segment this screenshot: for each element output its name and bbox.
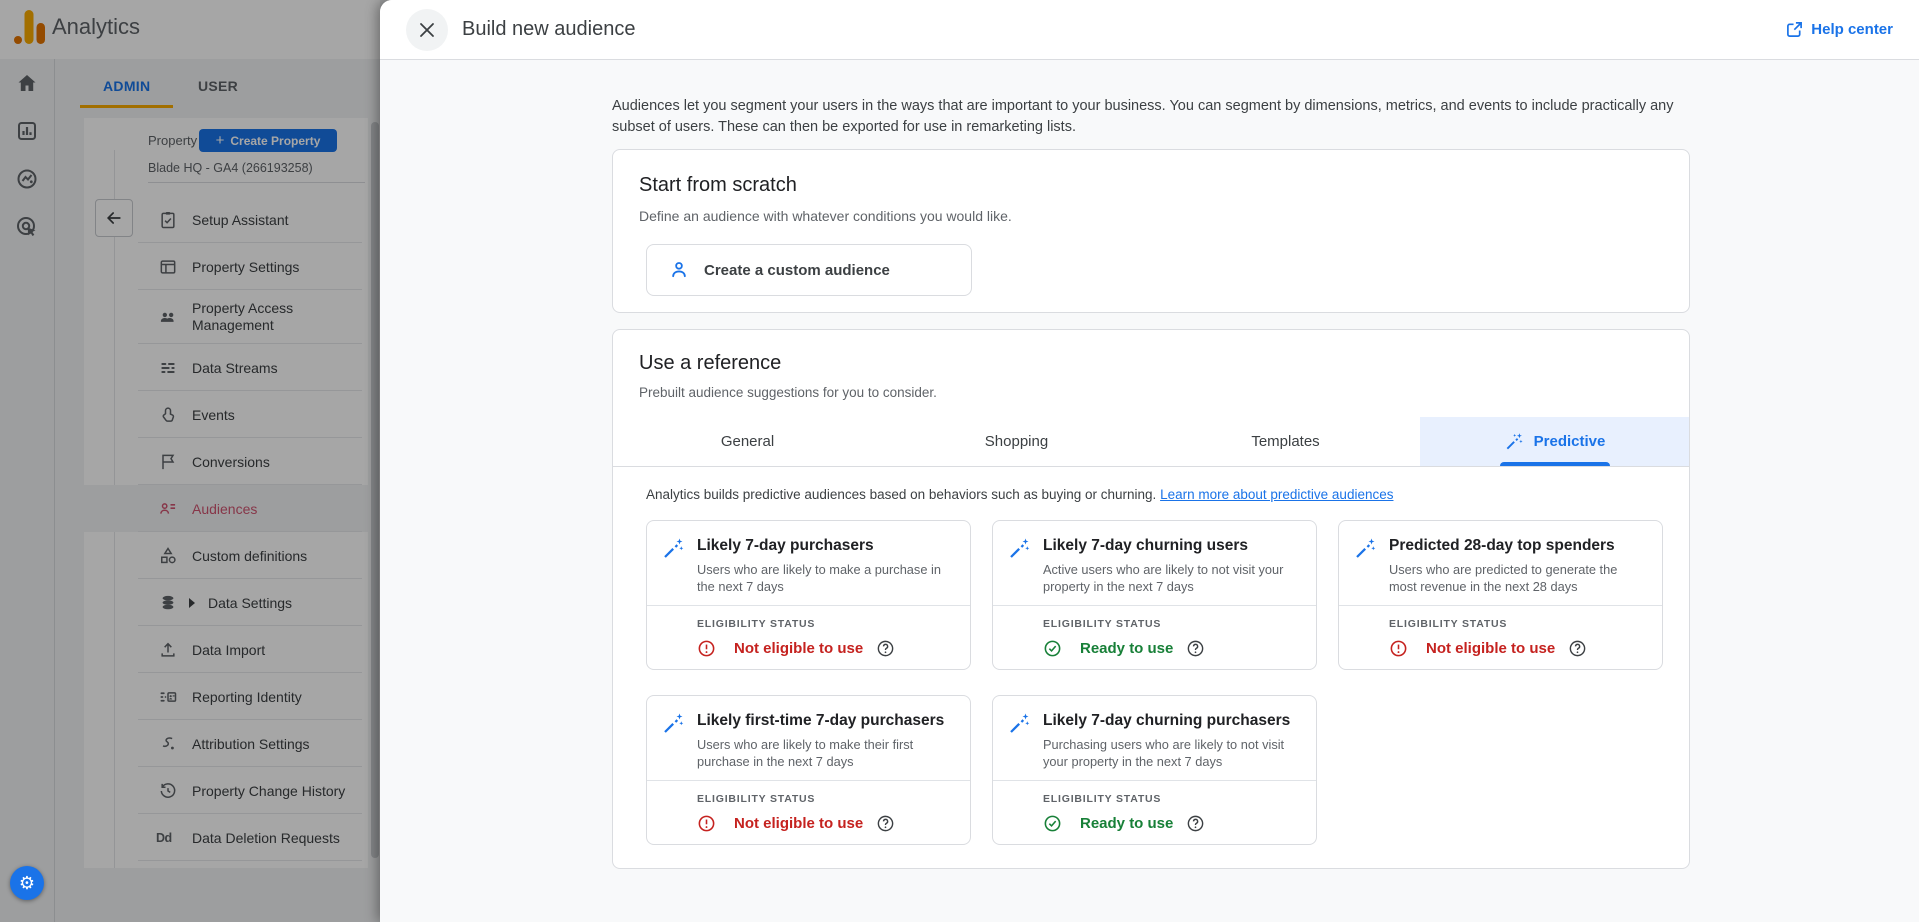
audience-card-likely-first-time-7-day-purchasers[interactable]: Likely first-time 7-day purchasers Users… [646,695,971,845]
learn-more-link[interactable]: Learn more about predictive audiences [1160,487,1393,502]
audience-card-likely-7-day-churning-purchasers[interactable]: Likely 7-day churning purchasers Purchas… [992,695,1317,845]
check-icon [1043,814,1062,833]
audience-title: Predicted 28-day top spenders [1389,537,1648,555]
reference-tabs: General Shopping Templates Predictive [613,417,1689,467]
magic-wand-icon [1007,712,1031,736]
start-from-scratch-card: Start from scratch Define an audience wi… [612,149,1690,313]
help-icon[interactable] [876,814,895,833]
eligibility-status: Not eligible to use [697,814,956,833]
predictive-info: Analytics builds predictive audiences ba… [646,487,1656,502]
help-icon[interactable] [876,639,895,658]
card-title: Use a reference [639,352,1663,375]
error-icon [1389,639,1408,658]
help-icon[interactable] [1186,639,1205,658]
close-icon [418,21,436,39]
error-icon [697,814,716,833]
check-icon [1043,639,1062,658]
eligibility-label: ELIGIBILITY STATUS [1043,793,1302,805]
predictive-panel: Analytics builds predictive audiences ba… [613,467,1689,845]
help-icon[interactable] [1568,639,1587,658]
eligibility-label: ELIGIBILITY STATUS [697,793,956,805]
eligibility-status: Not eligible to use [1389,639,1648,658]
audience-title: Likely 7-day purchasers [697,537,956,555]
eligibility-status: Ready to use [1043,814,1302,833]
magic-wand-icon [661,537,685,561]
error-icon [697,639,716,658]
dialog-header: Build new audience Help center [380,0,1919,60]
tab-shopping[interactable]: Shopping [882,417,1151,466]
dialog-body: Audiences let you segment your users in … [380,60,1919,922]
card-title: Start from scratch [639,174,1663,197]
gear-icon[interactable]: ⚙ [10,866,44,900]
help-center-link[interactable]: Help center [1786,21,1893,38]
eligibility-label: ELIGIBILITY STATUS [1043,618,1302,630]
magic-wand-icon [1353,537,1377,561]
audience-title: Likely 7-day churning purchasers [1043,712,1302,730]
build-audience-dialog: Build new audience Help center Audiences… [380,0,1919,922]
tab-predictive[interactable]: Predictive [1420,417,1689,466]
audience-grid: Likely 7-day purchasers Users who are li… [646,520,1656,845]
audience-description: Purchasing users who are likely to not v… [1043,736,1302,771]
tab-templates[interactable]: Templates [1151,417,1420,466]
eligibility-status: Not eligible to use [697,639,956,658]
audience-title: Likely first-time 7-day purchasers [697,712,956,730]
create-custom-audience-button[interactable]: Create a custom audience [646,244,972,296]
active-tab-underline [1500,462,1610,466]
audience-card-likely-7-day-purchasers[interactable]: Likely 7-day purchasers Users who are li… [646,520,971,670]
magic-wand-icon [1007,537,1031,561]
eligibility-label: ELIGIBILITY STATUS [1389,618,1648,630]
page-title: Build new audience [462,18,1786,41]
magic-wand-icon [661,712,685,736]
audience-description: Users who are likely to make a purchase … [697,561,956,596]
audience-card-likely-7-day-churning-users[interactable]: Likely 7-day churning users Active users… [992,520,1317,670]
eligibility-label: ELIGIBILITY STATUS [697,618,956,630]
audience-title: Likely 7-day churning users [1043,537,1302,555]
audience-description: Users who are likely to make their first… [697,736,956,771]
magic-wand-icon [1504,432,1524,452]
close-button[interactable] [406,9,448,51]
use-a-reference-card: Use a reference Prebuilt audience sugges… [612,329,1690,869]
help-icon[interactable] [1186,814,1205,833]
eligibility-status: Ready to use [1043,639,1302,658]
external-link-icon [1786,21,1803,38]
audience-description: Users who are predicted to generate the … [1389,561,1648,596]
audience-description: Active users who are likely to not visit… [1043,561,1302,596]
intro-text: Audiences let you segment your users in … [612,96,1687,137]
card-subtitle: Define an audience with whatever conditi… [639,208,1663,224]
tab-general[interactable]: General [613,417,882,466]
ga4-admin-page: Analytics ADMIN USER [0,0,1919,922]
card-subtitle: Prebuilt audience suggestions for you to… [639,385,1663,400]
audience-card-predicted-28-day-top-spenders[interactable]: Predicted 28-day top spenders Users who … [1338,520,1663,670]
person-icon [669,260,689,280]
